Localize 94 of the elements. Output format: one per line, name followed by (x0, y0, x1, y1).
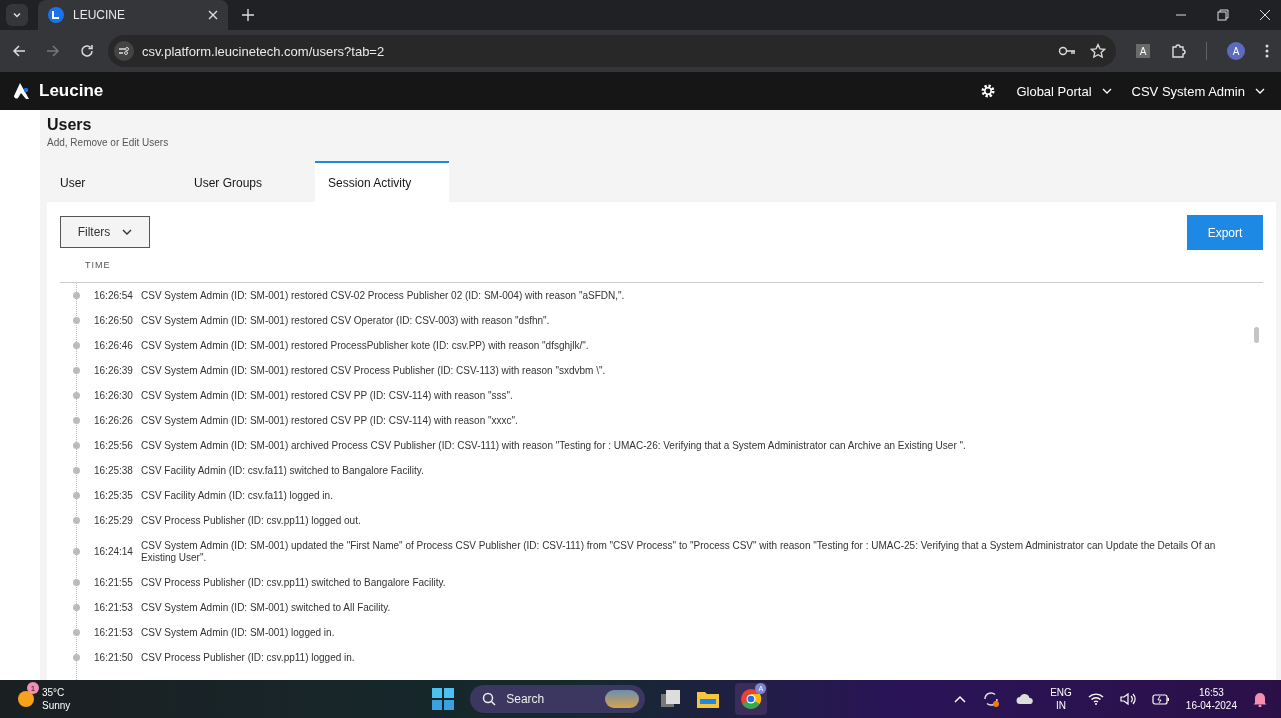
notification-badge: 1 (27, 682, 39, 694)
page-title: Users (47, 116, 93, 134)
entry-text: CSV System Admin (ID: SM-001) logged in. (141, 626, 336, 639)
entry-time: 16:26:54 (94, 290, 134, 301)
chevron-down-icon (122, 227, 133, 237)
puzzle-icon[interactable] (1170, 43, 1186, 59)
tab[interactable]: User (47, 161, 181, 202)
chevron-down-icon (12, 10, 22, 20)
chevron-down-icon (1255, 86, 1265, 96)
entry-time: 16:21:50 (94, 652, 134, 663)
timeline-dot (73, 579, 80, 586)
weather-condition: Sunny (42, 699, 71, 712)
scrollbar-thumb[interactable] (1254, 327, 1259, 343)
entry-text: CSV Process Publisher (ID: csv.pp11) logged in. (141, 651, 356, 664)
entry-time: 16:25:38 (94, 465, 134, 476)
entry-time: 16:26:26 (94, 415, 134, 426)
reload-icon[interactable] (80, 44, 94, 58)
entry-text: CSV Process Publisher (ID: csv.pp11) switched to Bangalore Facility. (141, 576, 447, 589)
chevron-down-icon (1101, 86, 1112, 96)
entry-text: CSV System Admin (ID: SM-001) restored CSV-02 Process Publisher 02 (ID: SM-004) with reason "aSFDN,". (141, 289, 626, 302)
close-icon[interactable] (208, 10, 218, 20)
timeline-dot (73, 517, 80, 524)
sync-icon[interactable] (982, 690, 1001, 708)
clock[interactable]: 16:53 16-04-2024 (1185, 686, 1237, 712)
entry-time: 16:26:50 (94, 315, 134, 326)
entry-time: 16:21:53 (94, 627, 134, 638)
url-text: csv.platform.leucinetech.com/users?tab=2 (142, 43, 385, 59)
entry-text: CSV System Admin (ID: SM-001) restored CSV PP (ID: CSV-114) with reason "xxxc". (141, 414, 519, 427)
export-button[interactable]: Export (1187, 215, 1263, 250)
entry-time: 16:25:56 (94, 440, 134, 451)
settings-icon[interactable] (980, 83, 997, 99)
entry-text: CSV System Admin (ID: SM-001) restored CSV Operator (ID: CSV-003) with reason "dsfhn". (141, 314, 551, 327)
entry-time: 16:26:46 (94, 340, 134, 351)
tab[interactable]: Session Activity (315, 161, 449, 202)
search-highlight-picture (605, 690, 640, 708)
filters-button[interactable]: Filters (60, 216, 150, 248)
wifi-icon[interactable] (1087, 693, 1104, 705)
app-logo-text: Leucine (39, 81, 104, 101)
speaker-icon[interactable] (1119, 692, 1136, 706)
entry-time: 16:21:55 (94, 577, 134, 588)
site-settings-icon[interactable] (114, 41, 134, 61)
tab-title: LEUCINE (73, 8, 126, 22)
tab[interactable]: User Groups (181, 161, 315, 202)
site-logo-icon (48, 7, 64, 23)
timeline-dot (73, 629, 80, 636)
entry-time: 16:21:53 (94, 602, 134, 613)
taskbar-search[interactable]: Search (470, 685, 646, 713)
language-indicator[interactable]: ENG IN (1050, 686, 1072, 712)
task-view-icon[interactable] (661, 690, 682, 708)
entry-text: CSV System Admin (ID: SM-001) switched to All Facility. (141, 601, 392, 614)
star-icon[interactable] (1090, 43, 1106, 59)
user-dropdown[interactable]: CSV System Admin (1131, 83, 1265, 99)
entry-text: CSV System Admin (ID: SM-001) updated the "First Name" of Process CSV Publisher (ID: CSV-111) from "CSV Process" to "Process CSV" with reason "Testing for : UMAC-25: Verifying that a System Administrator can Update the Details Of an Existing User". (141, 539, 1217, 564)
menu-icon[interactable] (1265, 44, 1269, 58)
temperature: 35°C (42, 686, 66, 699)
chevron-up-icon[interactable] (954, 695, 967, 703)
browser-tab[interactable]: LEUCINE (38, 0, 228, 30)
folder-icon[interactable] (697, 690, 720, 708)
new-tab-icon[interactable] (242, 9, 254, 21)
address-bar[interactable]: csv.platform.leucinetech.com/users?tab=2 (108, 35, 1116, 67)
timeline-dot (73, 367, 80, 374)
tab-list-button[interactable] (6, 4, 28, 26)
entry-time: 16:25:29 (94, 515, 134, 526)
sun-icon (18, 691, 34, 707)
bell-icon[interactable] (1253, 691, 1267, 707)
profile-avatar[interactable]: A (1227, 42, 1245, 60)
back-icon[interactable] (12, 44, 26, 58)
entry-text: CSV System Admin (ID: SM-001) restored ProcessPublisher kote (ID: csv.PP) with reason "dfsghjlk/". (141, 339, 590, 352)
entry-time: 16:24:14 (94, 546, 134, 557)
restore-icon[interactable] (1217, 9, 1229, 21)
entry-text: CSV System Admin (ID: SM-001) archived Process CSV Publisher (ID: CSV-111) with reason "Testing for : UMAC-26: Verifying that a System Administrator can Archive an Existing User ". (141, 439, 967, 452)
entry-time: 16:26:30 (94, 390, 134, 401)
entry-text: CSV System Admin (ID: SM-001) restored CSV Process Publisher (ID: CSV-113) with reason "sxdvbm \". (141, 364, 607, 377)
search-icon (482, 692, 497, 706)
column-header: TIME (60, 250, 1263, 283)
entry-text: CSV System Admin (ID: SM-001) restored CSV PP (ID: CSV-114) with reason "sss". (141, 389, 514, 402)
extension-button[interactable]: A (1136, 44, 1150, 58)
windows-icon[interactable] (432, 688, 455, 710)
forward-icon[interactable] (46, 44, 60, 58)
close-icon[interactable] (1259, 9, 1271, 21)
portal-dropdown[interactable]: Global Portal (1016, 83, 1112, 99)
cloud-icon[interactable] (1016, 693, 1035, 705)
timeline-dot (73, 467, 80, 474)
browser-icon (740, 688, 763, 710)
page-subtitle: Add, Remove or Edit Users (47, 137, 170, 148)
entry-time: 16:25:35 (94, 490, 134, 501)
battery-icon[interactable] (1151, 693, 1170, 705)
entry-text: CSV Facility Admin (ID: csv.fa11) logged in. (141, 489, 334, 502)
entry-text: CSV Facility Admin (ID: csv.fa11) switched to Bangalore Facility. (141, 464, 425, 477)
timeline-dot (73, 417, 80, 424)
timeline-dot (73, 317, 80, 324)
entry-text: CSV Process Publisher (ID: csv.pp11) logged out. (141, 514, 362, 527)
entry-time: 16:26:39 (94, 365, 134, 376)
key-icon[interactable] (1058, 45, 1076, 57)
